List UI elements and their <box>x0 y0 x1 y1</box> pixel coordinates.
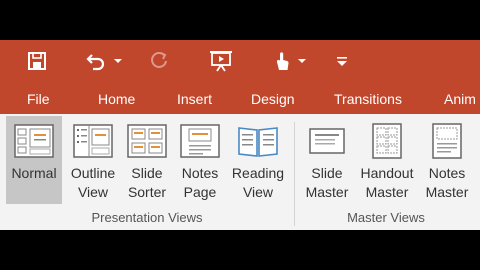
tab-insert[interactable]: Insert <box>177 82 212 114</box>
normal-view-button[interactable]: Normal <box>6 116 62 204</box>
normal-view-label: Normal <box>11 165 57 181</box>
tab-animations[interactable]: Anim <box>444 82 476 114</box>
handout-master-icon <box>372 123 402 159</box>
slide-sorter-icon <box>127 124 167 158</box>
redo-button[interactable] <box>146 47 172 75</box>
chevron-down-icon[interactable] <box>297 56 307 66</box>
tab-design[interactable]: Design <box>251 82 295 114</box>
powerpoint-window: File Home Insert Design Transitions Anim <box>0 40 480 230</box>
notes-page-icon <box>180 124 220 158</box>
group-separator <box>294 122 295 226</box>
slide-sorter-button[interactable]: Slide Sorter <box>122 116 172 204</box>
touch-mouse-mode-icon <box>276 52 289 70</box>
present-from-beginning-icon <box>210 51 232 72</box>
tab-file[interactable]: File <box>27 82 50 114</box>
notes-master-button[interactable]: Notes Master <box>422 116 472 204</box>
notes-page-label: Notes Page <box>181 165 219 200</box>
outline-view-label: Outline View <box>70 165 116 200</box>
undo-button[interactable] <box>80 47 128 75</box>
normal-view-icon <box>14 124 54 158</box>
save-button[interactable] <box>22 47 52 75</box>
slide-sorter-label: Slide Sorter <box>127 165 167 200</box>
notes-master-icon <box>432 123 462 159</box>
reading-view-icon <box>238 127 278 157</box>
tab-transitions[interactable]: Transitions <box>334 82 402 114</box>
master-views-group-label: Master Views <box>347 210 425 225</box>
ribbon-view-panel: Normal Outline View Slide Sorter Notes P… <box>0 114 480 230</box>
save-icon <box>28 52 46 70</box>
customize-toolbar-button[interactable] <box>332 47 352 75</box>
chevron-down-icon[interactable] <box>113 56 123 66</box>
notes-page-button[interactable]: Notes Page <box>176 116 224 204</box>
outline-view-button[interactable]: Outline View <box>65 116 121 204</box>
touch-mouse-mode-button[interactable] <box>268 47 310 75</box>
ribbon-tabs: File Home Insert Design Transitions Anim <box>0 82 480 114</box>
presentation-views-group-label: Presentation Views <box>91 210 203 225</box>
handout-master-button[interactable]: Handout Master <box>354 116 420 204</box>
outline-view-icon <box>73 124 113 158</box>
customize-toolbar-icon <box>337 57 347 66</box>
redo-icon <box>151 52 167 68</box>
present-from-beginning-button[interactable] <box>206 47 236 75</box>
notes-master-label: Notes Master <box>425 165 469 200</box>
tab-home[interactable]: Home <box>98 82 135 114</box>
handout-master-label: Handout Master <box>360 165 414 200</box>
slide-master-label: Slide Master <box>305 165 349 200</box>
quick-access-toolbar <box>0 40 480 82</box>
reading-view-button[interactable]: Reading View <box>228 116 288 204</box>
reading-view-label: Reading View <box>231 165 285 200</box>
slide-master-button[interactable]: Slide Master <box>300 116 354 204</box>
undo-icon <box>86 54 105 71</box>
slide-master-icon <box>309 128 345 154</box>
